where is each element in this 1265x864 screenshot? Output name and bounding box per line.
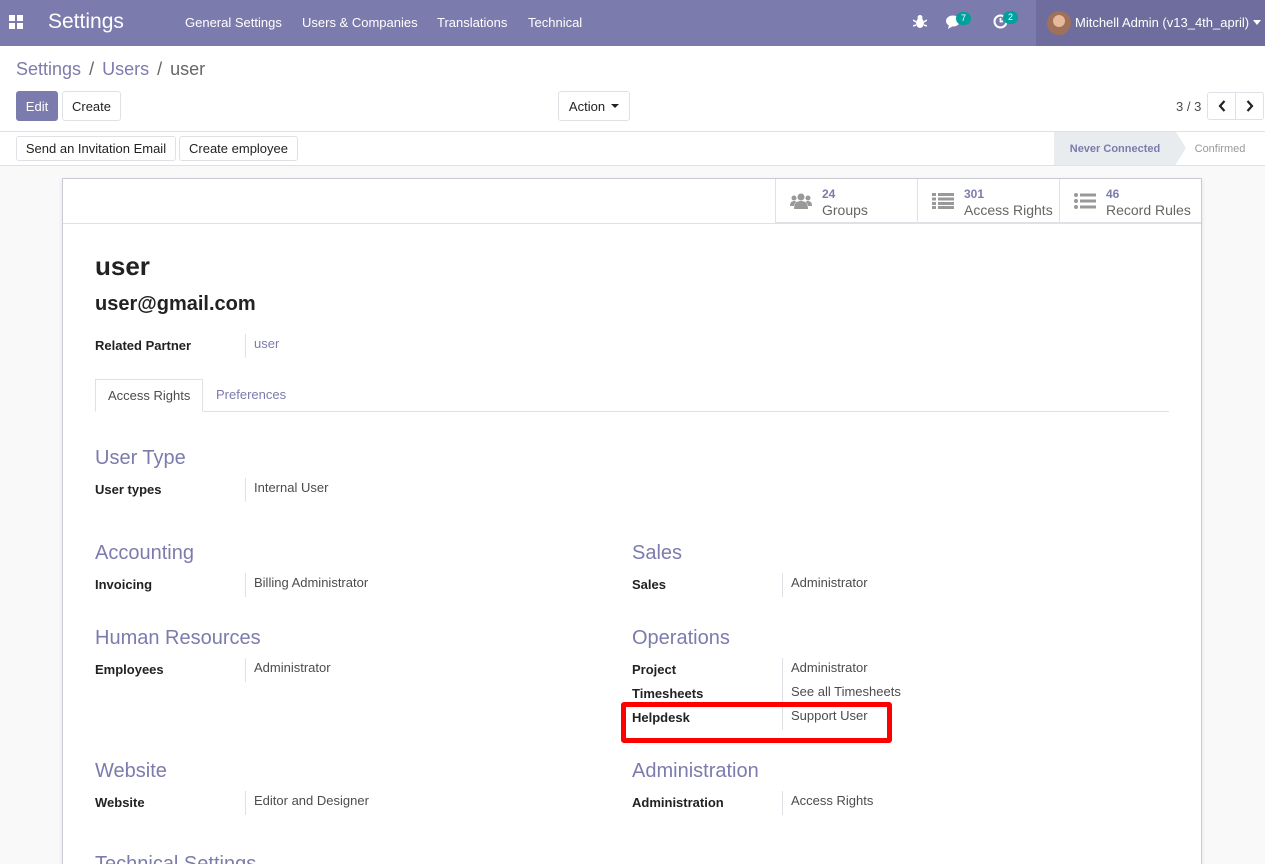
tab-access-rights[interactable]: Access Rights bbox=[95, 379, 204, 412]
control-panel: Settings / Users / user Edit Create Acti… bbox=[0, 46, 1265, 132]
menu-translations[interactable]: Translations bbox=[437, 15, 507, 30]
user-types-label: User types bbox=[95, 482, 162, 497]
user-name-title[interactable]: user bbox=[95, 251, 150, 282]
messages-icon[interactable]: 7 bbox=[946, 12, 972, 32]
form-statusbar: Send an Invitation Email Create employee… bbox=[0, 132, 1265, 166]
groups-label: Groups bbox=[822, 202, 868, 218]
invoicing-label: Invoicing bbox=[95, 577, 153, 592]
create-button[interactable]: Create bbox=[62, 91, 121, 121]
administration-value[interactable]: Access Rights bbox=[782, 791, 873, 815]
access-rights-label: Access Rights bbox=[964, 202, 1053, 218]
user-types-value[interactable]: Internal User bbox=[245, 478, 328, 502]
caret-down-icon bbox=[611, 104, 620, 108]
record-rules-count: 46 bbox=[1106, 187, 1120, 201]
debug-bug-icon[interactable] bbox=[912, 14, 928, 33]
access-rights-count: 301 bbox=[964, 187, 985, 201]
avatar bbox=[1047, 11, 1071, 35]
highlight-box bbox=[621, 702, 892, 743]
user-menu[interactable]: Mitchell Admin (v13_4th_april) bbox=[1036, 0, 1265, 46]
breadcrumb-separator: / bbox=[157, 59, 163, 79]
section-human-resources: Human Resources bbox=[95, 627, 261, 649]
stat-record-rules-button[interactable]: 46 Record Rules bbox=[1059, 179, 1201, 223]
button-box-divider bbox=[63, 223, 1201, 224]
chevron-down-icon bbox=[1253, 20, 1261, 25]
create-employee-button[interactable]: Create employee bbox=[179, 136, 298, 161]
employees-label: Employees bbox=[95, 662, 164, 677]
user-name: Mitchell Admin (v13_4th_april) bbox=[1075, 15, 1250, 30]
invoicing-value[interactable]: Billing Administrator bbox=[245, 573, 368, 597]
action-label: Action bbox=[568, 98, 606, 114]
user-email[interactable]: user@gmail.com bbox=[95, 293, 256, 316]
edit-button[interactable]: Edit bbox=[16, 91, 58, 121]
pager-value[interactable]: 3 / 3 bbox=[1176, 99, 1201, 114]
menu-users-companies[interactable]: Users & Companies bbox=[302, 15, 418, 30]
menu-general-settings[interactable]: General Settings bbox=[185, 15, 282, 30]
section-user-type: User Type bbox=[95, 447, 186, 469]
section-technical-settings: Technical Settings bbox=[95, 853, 257, 864]
users-icon bbox=[790, 193, 812, 209]
activities-clock-icon[interactable]: 2 bbox=[993, 11, 1019, 32]
list-ul-icon bbox=[1074, 193, 1096, 209]
section-website: Website bbox=[95, 760, 167, 782]
project-label: Project bbox=[632, 662, 677, 677]
employees-value[interactable]: Administrator bbox=[245, 658, 331, 682]
stat-access-rights-button[interactable]: 301 Access Rights bbox=[917, 179, 1059, 223]
website-label: Website bbox=[95, 795, 145, 810]
section-sales: Sales bbox=[632, 542, 683, 564]
chevron-left-icon bbox=[1218, 100, 1225, 112]
breadcrumb-settings[interactable]: Settings bbox=[16, 59, 81, 79]
administration-label: Administration bbox=[632, 795, 724, 810]
chevron-right-icon bbox=[1246, 100, 1253, 112]
top-navbar: Settings General Settings Users & Compan… bbox=[0, 0, 1265, 46]
send-invitation-button[interactable]: Send an Invitation Email bbox=[16, 136, 176, 161]
website-value[interactable]: Editor and Designer bbox=[245, 791, 369, 815]
apps-menu-icon[interactable] bbox=[9, 15, 23, 29]
timesheets-label: Timesheets bbox=[632, 686, 704, 701]
messages-count-badge: 7 bbox=[956, 12, 972, 25]
section-administration: Administration bbox=[632, 760, 759, 782]
groups-count: 24 bbox=[822, 187, 836, 201]
status-never-connected: Never Connected bbox=[1054, 132, 1186, 165]
section-accounting: Accounting bbox=[95, 542, 194, 564]
pager-previous-button[interactable] bbox=[1207, 92, 1236, 120]
project-value[interactable]: Administrator bbox=[782, 658, 868, 682]
sales-value[interactable]: Administrator bbox=[782, 573, 868, 597]
form-sheet: 24 Groups 301 Access Rights 46 Record Ru… bbox=[62, 178, 1202, 864]
activities-count-badge: 2 bbox=[1003, 11, 1019, 24]
tab-preferences[interactable]: Preferences bbox=[204, 379, 298, 412]
status-confirmed: Confirmed bbox=[1194, 142, 1246, 155]
section-operations: Operations bbox=[632, 627, 730, 649]
breadcrumb-users[interactable]: Users bbox=[102, 59, 149, 79]
list-icon bbox=[932, 193, 954, 209]
action-dropdown[interactable]: Action bbox=[558, 91, 630, 121]
related-partner-link[interactable]: user bbox=[245, 334, 279, 358]
record-rules-label: Record Rules bbox=[1106, 202, 1191, 218]
pager-next-button[interactable] bbox=[1235, 92, 1264, 120]
breadcrumb-separator: / bbox=[89, 59, 95, 79]
app-title: Settings bbox=[48, 10, 124, 33]
breadcrumb: Settings / Users / user bbox=[16, 59, 205, 80]
stat-button-box: 24 Groups 301 Access Rights 46 Record Ru… bbox=[775, 179, 1201, 223]
notebook-tabs: Access Rights Preferences bbox=[95, 379, 1169, 412]
related-partner-label: Related Partner bbox=[95, 338, 192, 353]
stat-groups-button[interactable]: 24 Groups bbox=[775, 179, 917, 223]
breadcrumb-current: user bbox=[170, 59, 206, 79]
sales-label: Sales bbox=[632, 577, 666, 592]
menu-technical[interactable]: Technical bbox=[528, 15, 582, 30]
